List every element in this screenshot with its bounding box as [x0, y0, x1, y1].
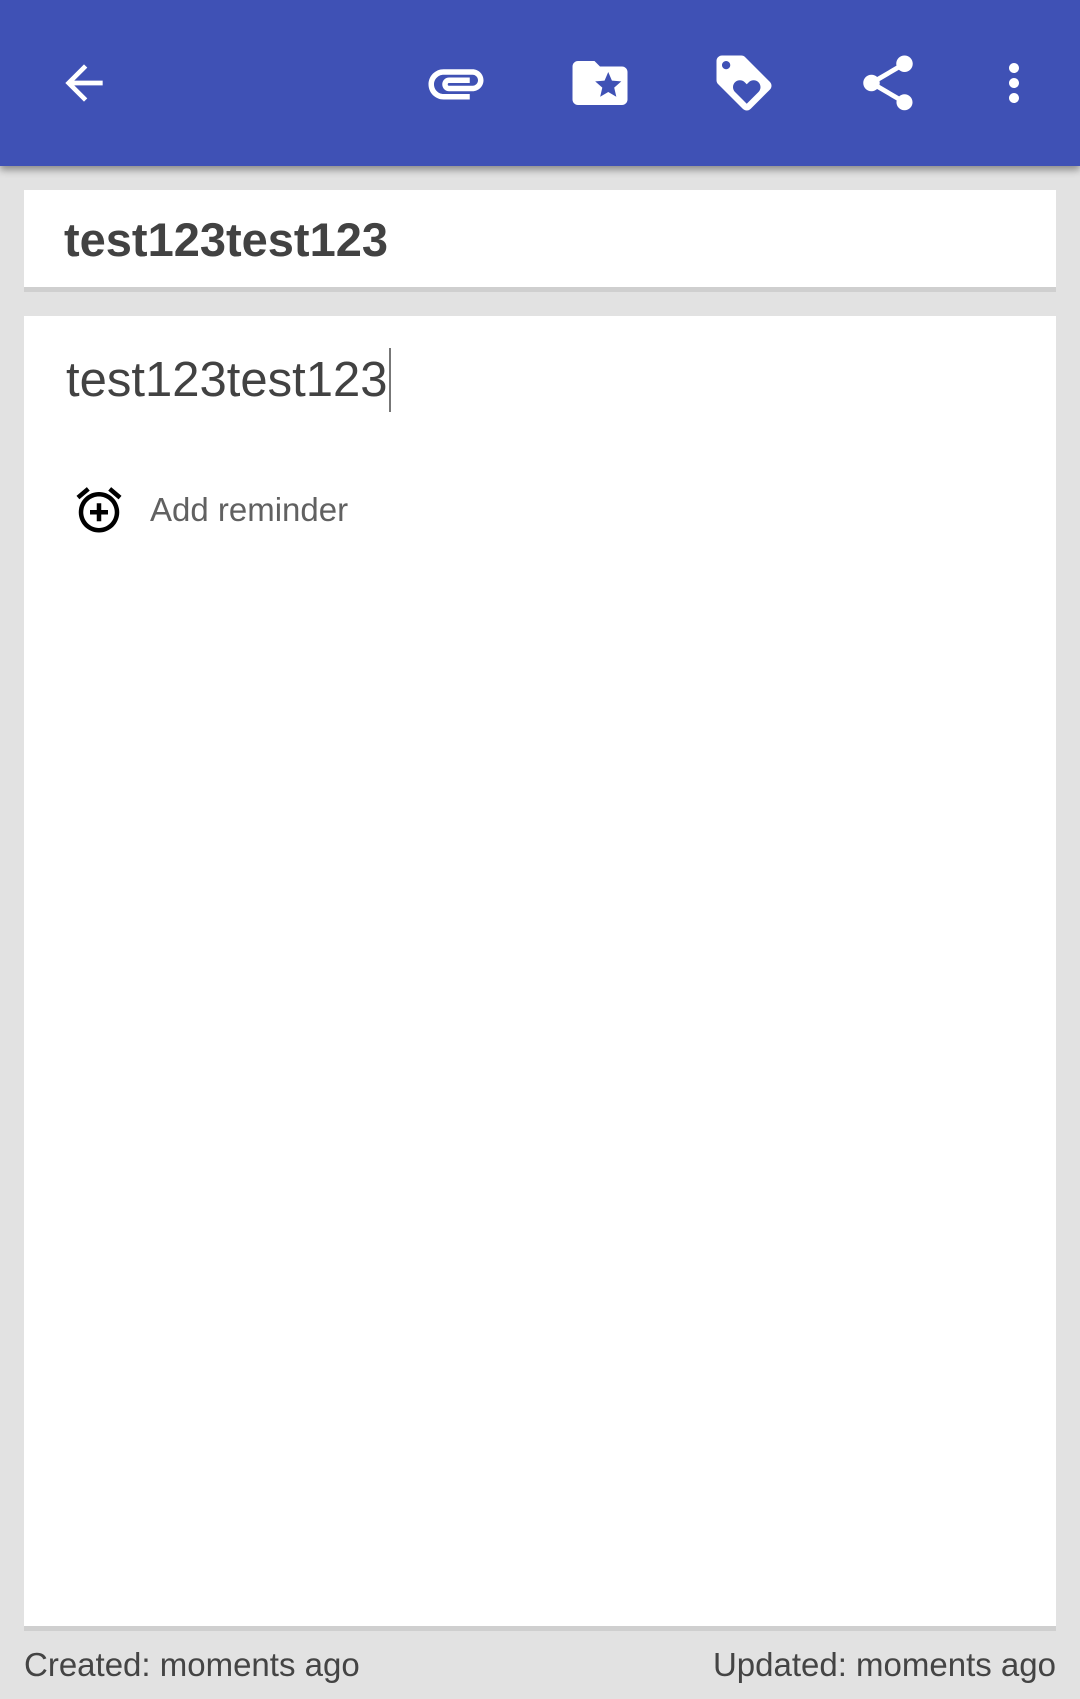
created-timestamp: Created: moments ago [24, 1646, 360, 1683]
tag-button[interactable] [694, 33, 794, 133]
alarm-add-icon [72, 483, 126, 537]
share-icon [863, 55, 913, 111]
folder-star-icon [572, 61, 628, 105]
more-vert-icon [1009, 63, 1019, 103]
note-title-field[interactable]: test123test123 [64, 212, 388, 267]
arrow-left-icon [65, 64, 103, 102]
paperclip-icon [428, 69, 484, 100]
note-content-card: test123test123 Add reminder [24, 316, 1056, 1631]
attach-button[interactable] [406, 33, 506, 133]
tag-heart-icon [716, 55, 772, 111]
category-button[interactable] [550, 33, 650, 133]
note-content-field[interactable]: test123test123 [66, 348, 392, 412]
note-footer: Created: moments ago Updated: moments ag… [24, 1646, 1056, 1690]
add-reminder-button[interactable]: Add reminder [72, 480, 348, 540]
note-content-text: test123test123 [66, 353, 388, 407]
share-button[interactable] [838, 33, 938, 133]
note-title-card: test123test123 [24, 190, 1056, 292]
more-options-button[interactable] [964, 33, 1064, 133]
back-button[interactable] [34, 33, 134, 133]
updated-timestamp: Updated: moments ago [712, 1646, 1056, 1683]
text-cursor [389, 348, 392, 412]
app-toolbar [0, 0, 1080, 166]
add-reminder-label: Add reminder [150, 491, 349, 528]
